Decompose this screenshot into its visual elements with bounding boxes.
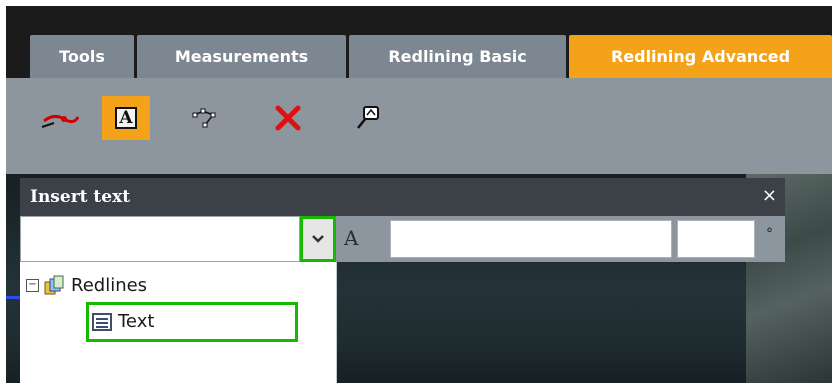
edit-label-button[interactable] <box>344 96 392 140</box>
tab-bar: Tools Measurements Redlining Basic Redli… <box>6 6 832 78</box>
tree-item-redlines[interactable]: − Redlines <box>26 274 147 296</box>
text-input[interactable] <box>390 220 672 258</box>
insert-text-panel-header: Insert text × <box>20 178 785 216</box>
line-icon <box>41 114 80 128</box>
vertex-edit-icon <box>192 108 216 128</box>
panel-title: Insert text <box>30 187 131 207</box>
draw-line-button[interactable] <box>36 96 84 140</box>
edit-label-icon <box>357 106 379 129</box>
layers-icon <box>44 275 64 295</box>
tab-tools[interactable]: Tools <box>30 35 134 78</box>
font-icon[interactable]: A <box>344 226 358 250</box>
edit-vertices-button[interactable] <box>182 96 230 140</box>
layer-select[interactable] <box>20 216 300 262</box>
selection-highlight <box>86 302 298 342</box>
toolbar: A <box>6 78 832 174</box>
degree-symbol: ° <box>766 226 773 242</box>
delete-icon <box>275 105 301 131</box>
close-icon[interactable]: × <box>762 185 777 206</box>
insert-text-button[interactable]: A <box>102 96 150 140</box>
text-tool-icon: A <box>115 107 137 129</box>
tab-measurements[interactable]: Measurements <box>137 35 346 78</box>
app-window: Tools Measurements Redlining Basic Redli… <box>6 6 832 383</box>
rotation-input[interactable] <box>677 220 755 258</box>
collapse-toggle[interactable]: − <box>26 278 39 292</box>
tree-item-label: Redlines <box>71 274 148 296</box>
layer-dropdown-button[interactable] <box>300 216 336 262</box>
chevron-down-icon <box>312 235 324 243</box>
tab-redlining-advanced[interactable]: Redlining Advanced <box>569 35 832 78</box>
tab-redlining-basic[interactable]: Redlining Basic <box>349 35 566 78</box>
delete-button[interactable] <box>264 96 312 140</box>
